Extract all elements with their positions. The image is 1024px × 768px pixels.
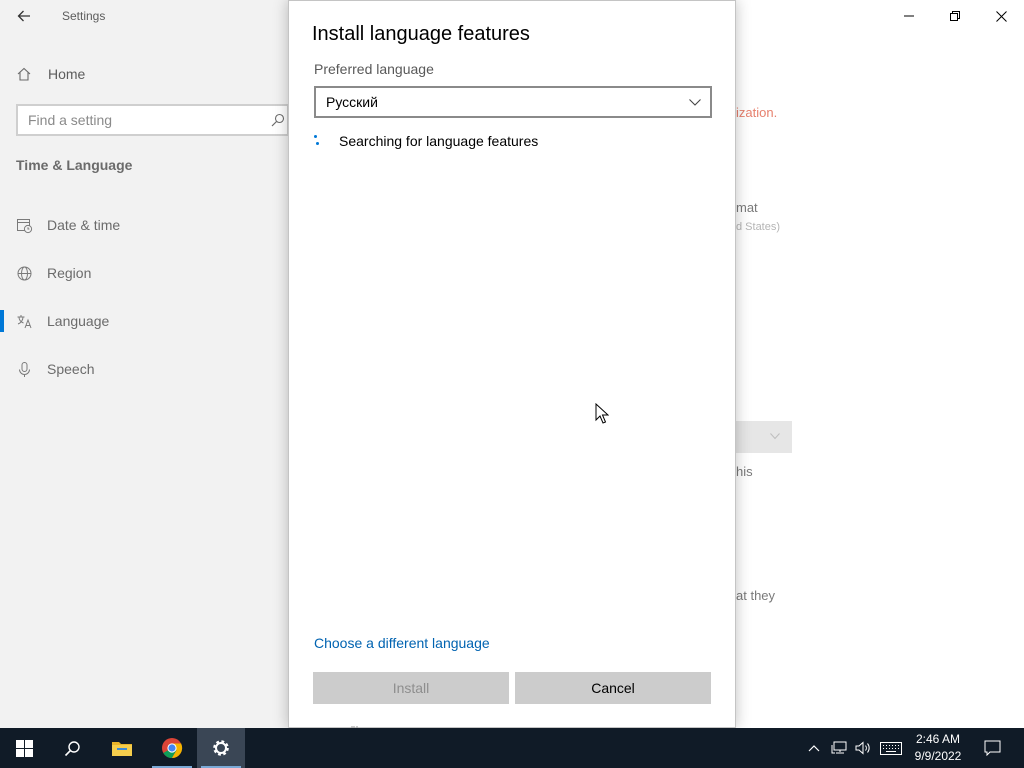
install-language-features-dialog: Install language features Preferred lang… xyxy=(288,0,736,728)
install-button[interactable]: Install xyxy=(313,672,509,704)
clock-time: 2:46 AM xyxy=(915,732,961,746)
microphone-icon xyxy=(16,361,33,378)
show-hidden-icons-button[interactable] xyxy=(804,728,824,768)
search-status: Searching for language features xyxy=(314,131,538,151)
clock-date: 9/9/2022 xyxy=(914,749,962,763)
nav-home[interactable]: Home xyxy=(16,62,85,86)
action-center-button[interactable] xyxy=(978,728,1006,768)
section-title: Time & Language xyxy=(16,157,133,173)
sidebar-item-language[interactable]: Language xyxy=(16,309,286,333)
search-icon xyxy=(64,740,80,756)
start-icon xyxy=(15,739,33,757)
mouse-cursor-icon xyxy=(595,403,609,424)
nav-home-label: Home xyxy=(48,66,86,82)
sidebar-item-label: Speech xyxy=(47,361,95,377)
action-center-icon xyxy=(984,740,1000,756)
they-text-fragment: at they xyxy=(736,588,776,603)
chevron-up-icon xyxy=(808,745,820,752)
chevron-down-icon xyxy=(770,433,780,440)
keyboard-icon xyxy=(880,741,902,755)
search-icon[interactable] xyxy=(271,113,285,127)
keyboard-button[interactable] xyxy=(878,728,904,768)
restore-icon xyxy=(950,11,960,21)
start-button[interactable] xyxy=(0,728,48,768)
back-arrow-icon xyxy=(17,10,30,22)
network-button[interactable] xyxy=(828,728,850,768)
file-explorer-button[interactable] xyxy=(98,728,146,768)
selected-indicator xyxy=(0,310,4,332)
dialog-title: Install language features xyxy=(312,23,530,45)
format-text-fragment: mat xyxy=(736,200,758,215)
settings-search-box[interactable] xyxy=(16,104,289,136)
format-subtext-fragment: d States) xyxy=(736,221,781,233)
cancel-button[interactable]: Cancel xyxy=(515,672,711,704)
chrome-button[interactable] xyxy=(148,728,196,768)
close-button[interactable] xyxy=(978,0,1024,32)
home-icon xyxy=(17,67,31,81)
sidebar-item-date-time[interactable]: Date & time xyxy=(16,213,286,237)
loading-spinner-icon xyxy=(314,134,322,148)
dropdown-fragment[interactable] xyxy=(736,421,792,453)
calendar-clock-icon xyxy=(16,217,33,234)
selected-language-value: Русский xyxy=(326,94,378,110)
this-text-fragment: his xyxy=(736,464,753,479)
sidebar-item-speech[interactable]: Speech xyxy=(16,357,286,381)
sidebar-item-label: Region xyxy=(47,265,92,281)
taskbar-clock[interactable]: 2:46 AM 9/9/2022 xyxy=(908,731,968,765)
search-status-text: Searching for language features xyxy=(339,133,539,149)
chevron-down-icon xyxy=(689,99,701,106)
warning-text-fragment: ization. xyxy=(736,105,778,120)
network-icon xyxy=(831,741,847,754)
settings-taskbar-button[interactable] xyxy=(197,728,245,768)
settings-nav-pane: Settings Home Time & Language Date & tim… xyxy=(0,0,289,728)
search-input[interactable] xyxy=(18,106,273,134)
volume-icon xyxy=(855,741,870,755)
preferred-language-label: Preferred language xyxy=(314,61,434,77)
close-icon xyxy=(995,10,1007,22)
sidebar-item-region[interactable]: Region xyxy=(16,261,286,285)
language-icon xyxy=(16,313,33,330)
file-explorer-icon xyxy=(112,742,132,756)
minimize-button[interactable] xyxy=(886,0,932,32)
app-title: Settings xyxy=(62,9,106,23)
sidebar-item-label: Language xyxy=(47,313,110,329)
globe-icon xyxy=(16,265,33,282)
volume-button[interactable] xyxy=(852,728,874,768)
chrome-icon xyxy=(162,738,183,759)
sidebar-item-label: Date & time xyxy=(47,217,121,233)
settings-icon xyxy=(213,740,229,756)
preferred-language-select[interactable]: Русский xyxy=(314,86,712,118)
back-button[interactable] xyxy=(8,2,40,30)
restore-button[interactable] xyxy=(932,0,978,32)
taskbar: 2:46 AM 9/9/2022 xyxy=(0,728,1024,768)
minimize-icon xyxy=(904,15,914,17)
taskbar-search-button[interactable] xyxy=(48,728,96,768)
choose-different-language-link[interactable]: Choose a different language xyxy=(314,635,490,651)
